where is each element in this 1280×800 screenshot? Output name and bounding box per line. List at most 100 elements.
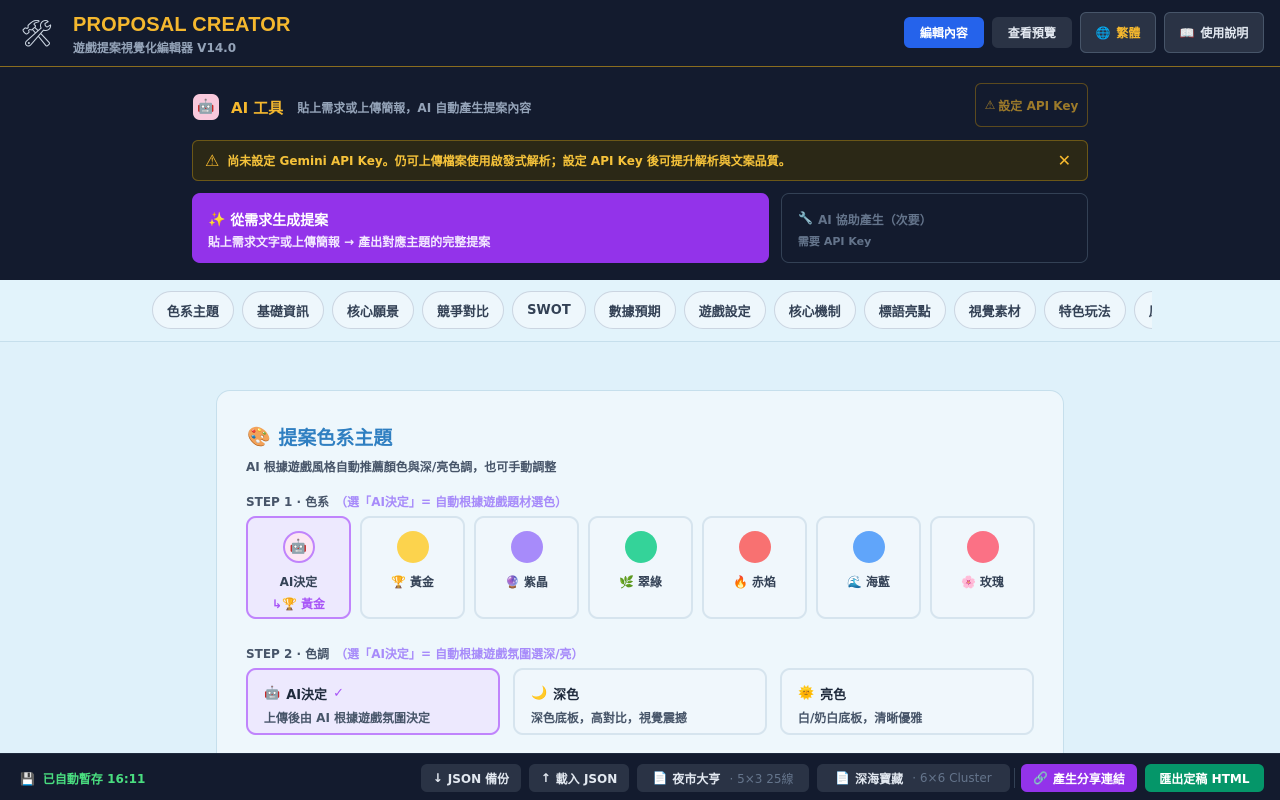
color-swatches: 🤖 AI決定 ↳🏆 黃金 🏆 黃金 🔮 紫晶 🌿 翠綠 🔥 赤焰 🌊 海藍 🌸 玫瑰 [246,516,1035,619]
tone-option[interactable]: 🤖 AI決定 ✓ 上傳後由 AI 根據遊戲氛圍決定 [246,668,500,735]
swatch-option[interactable]: 🤖 AI決定 ↳🏆 黃金 [246,516,351,619]
book-icon: 📖 [1179,25,1195,40]
night-market-template-button[interactable]: 📄 夜市大亨 · 5×3 25線 [637,764,809,792]
swatch-label-text: 海藍 [865,575,890,589]
view-preview-button[interactable]: 查看預覽 [992,17,1072,48]
swatch-option[interactable]: 🏆 黃金 [360,516,465,619]
warning-icon: ⚠ [984,98,996,112]
bottom-bar: 💾 已自動暫存 16:11 ↓ JSON 備份 ↑ 載入 JSON 📄 夜市大亨 · 5×… [0,753,1280,800]
tab-7[interactable]: 核心機制 [773,291,856,329]
ai-assist-title: 🔧 AI 協助產生（次要） [798,211,932,227]
tone-label: AI決定 [286,688,328,703]
help-label: 使用說明 [1200,26,1249,40]
tab-11[interactable]: 風格 [1133,291,1152,329]
swatch-option[interactable]: 🔮 紫晶 [474,516,579,619]
tab-3[interactable]: 競爭對比 [422,291,505,329]
sparkles-icon: ✨ [208,212,226,228]
card-title: 🎨 提案色系主題 [247,426,393,449]
robot-icon: 🤖 [193,94,219,120]
load-json-button[interactable]: ↑ 載入 JSON [529,764,629,792]
tab-4[interactable]: SWOT [512,291,586,329]
color-dot [966,531,999,563]
palette-icon: 🎨 [247,426,271,448]
language-label: 繁體 [1116,26,1141,40]
color-dot [510,531,543,563]
api-key-warning: ⚠ 尚未設定 Gemini API Key。仍可上傳檔案使用啟發式解析；設定 A… [192,140,1088,181]
export-html-button[interactable]: 匯出定稿 HTML [1145,764,1264,792]
color-dot [738,531,771,563]
tone-label: 亮色 [820,688,847,703]
app-subtitle: 遊戲提案視覺化編輯器 V14.0 [73,41,237,55]
tone-title: 🌞 亮色 [798,684,1016,703]
set-api-key-label: 設定 API Key [998,98,1079,113]
deep-sea-template-button[interactable]: 📄 深海寶藏 · 6×6 Cluster [817,764,1010,792]
section-tabs-scroll[interactable]: 色系主題 基礎資訊 核心願景 競爭對比 SWOT 數據預期 遊戲設定 核心機制 標語亮點 視覺素材… [152,291,1152,331]
brand: PROPOSAL CREATOR 遊戲提案視覺化編輯器 V14.0 [73,14,291,56]
swatch-label: 🔮 紫晶 [505,573,548,590]
share-link-button[interactable]: 🔗 產生分享連結 [1021,764,1137,792]
generate-from-requirements-button[interactable]: ✨ 從需求生成提案 貼上需求文字或上傳簡報 → 產出對應主題的完整提案 [192,193,769,263]
language-button[interactable]: 🌐 繁體 [1080,12,1156,53]
tone-option[interactable]: 🌙 深色 深色底板，高對比，視覺震撼 [513,668,767,735]
color-dot [852,531,885,563]
swatch-label: 🌸 玫瑰 [961,573,1004,590]
tab-0[interactable]: 色系主題 [152,291,235,329]
swatch-label: 🌊 海藍 [847,573,890,590]
generate-title: ✨ 從需求生成提案 [208,212,329,229]
tab-6[interactable]: 遊戲設定 [683,291,766,329]
ai-tool-header: 🤖 AI 工具 貼上需求或上傳簡報，AI 自動產生提案內容 [193,94,531,120]
warning-icon: ⚠ [205,151,220,170]
swatch-label: 🏆 黃金 [391,573,434,590]
swatch-label-text: 玫瑰 [979,575,1004,589]
swatch-label-text: AI決定 [279,575,318,589]
ai-assist-button[interactable]: 🔧 AI 協助產生（次要） 需要 API Key [781,193,1088,263]
swatch-label: AI決定 [280,573,318,590]
tone-emoji-icon: 🌙 [531,686,548,701]
tone-desc: 上傳後由 AI 根據遊戲氛圍決定 [264,711,431,725]
section-tabs-bar: 色系主題 基礎資訊 核心願景 競爭對比 SWOT 數據預期 遊戲設定 核心機制 標語亮點 視覺素材… [0,280,1280,342]
tab-10[interactable]: 特色玩法 [1043,291,1126,329]
swatch-label-text: 紫晶 [523,575,548,589]
swatch-emoji-icon: 🌿 [619,574,634,589]
ai-tool-title: AI 工具 [231,98,284,117]
tab-8[interactable]: 標語亮點 [863,291,946,329]
swatch-label: 🌿 翠綠 [619,573,662,590]
globe-icon: 🌐 [1095,25,1111,40]
card-desc: AI 根據遊戲風格自動推薦顏色與深/亮色調，也可手動調整 [246,460,557,474]
edit-content-button[interactable]: 編輯內容 [904,17,984,48]
help-button[interactable]: 📖 使用說明 [1164,12,1264,53]
step1-hint: （選「AI決定」= 自動根據遊戲題材選色） [335,495,568,509]
wrench-icon: 🔧 [798,211,813,225]
view-preview-label: 查看預覽 [1007,26,1056,40]
swatch-label: 🔥 赤焰 [733,573,776,590]
step1-label: STEP 1 · 色系 （選「AI決定」= 自動根據遊戲題材選色） [246,495,568,509]
swatch-emoji-icon: 🔥 [733,574,748,589]
tab-5[interactable]: 數據預期 [593,291,676,329]
color-theme-card: 🎨 提案色系主題 AI 根據遊戲風格自動推薦顏色與深/亮色調，也可手動調整 STE… [216,390,1064,800]
swatch-option[interactable]: 🔥 赤焰 [702,516,807,619]
tone-desc: 白/奶白底板，清晰優雅 [798,711,923,725]
swatch-option[interactable]: 🌸 玫瑰 [930,516,1035,619]
robot-icon: 🤖 [282,531,315,563]
color-dot [396,531,429,563]
link-icon: 🔗 [1033,771,1048,785]
tab-1[interactable]: 基礎資訊 [242,291,325,329]
tab-2[interactable]: 核心願景 [332,291,415,329]
edit-content-label: 編輯內容 [919,26,968,40]
warning-text: 尚未設定 Gemini API Key。仍可上傳檔案使用啟發式解析；設定 API… [227,154,791,168]
swatch-option[interactable]: 🌿 翠綠 [588,516,693,619]
swatch-emoji-icon: 🔮 [505,574,520,589]
download-arrow-icon: ↓ [432,771,443,785]
swatch-option[interactable]: 🌊 海藍 [816,516,921,619]
ai-tool-panel: 🤖 AI 工具 貼上需求或上傳簡報，AI 自動產生提案內容 ⚠ 設定 API Ke… [0,67,1280,280]
color-dot [624,531,657,563]
document-icon: 📄 [652,771,668,785]
close-icon[interactable]: ✕ [1058,151,1071,170]
json-backup-button[interactable]: ↓ JSON 備份 [421,764,521,792]
tone-option[interactable]: 🌞 亮色白/奶白底板，清晰優雅 [780,668,1034,735]
swatch-label-text: 翠綠 [637,575,662,589]
set-api-key-button[interactable]: ⚠ 設定 API Key [975,83,1088,127]
app-title: PROPOSAL CREATOR [73,14,291,36]
tab-9[interactable]: 視覺素材 [953,291,1036,329]
save-icon: 💾 [20,771,35,786]
